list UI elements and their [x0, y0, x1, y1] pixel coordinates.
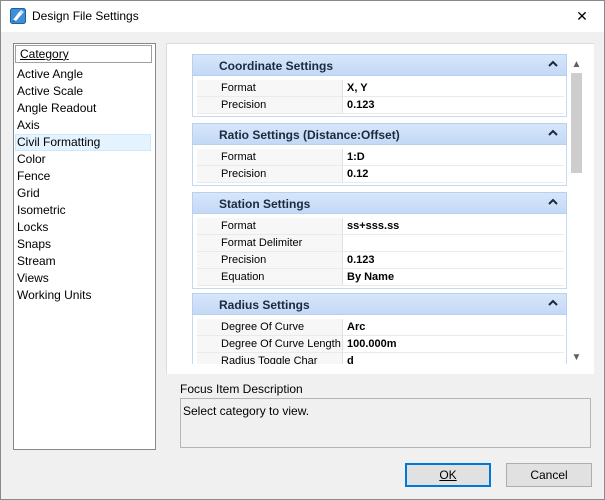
section-title: Radius Settings — [219, 298, 310, 312]
property-label: Precision — [197, 97, 343, 113]
property-row[interactable]: Format X, Y — [197, 80, 564, 97]
property-value[interactable]: 1:D — [343, 149, 564, 165]
property-row[interactable]: Radius Toggle Char d — [197, 353, 564, 364]
property-label: Format Delimiter — [197, 235, 343, 251]
category-item-active-scale[interactable]: Active Scale — [15, 83, 151, 100]
scroll-thumb[interactable] — [571, 73, 582, 173]
radius-settings-section: Radius Settings Degree Of Curve MethodAr… — [192, 293, 567, 364]
category-item-working-units[interactable]: Working Units — [15, 287, 151, 304]
chevron-up-icon[interactable] — [548, 298, 558, 308]
category-item-active-angle[interactable]: Active Angle — [15, 66, 151, 83]
category-list[interactable]: Category Active Angle Active Scale Angle… — [13, 43, 156, 450]
chevron-up-icon[interactable] — [548, 128, 558, 138]
property-label: Degree Of Curve Length — [197, 336, 343, 352]
category-item-fence[interactable]: Fence — [15, 168, 151, 185]
property-row[interactable]: Format 1:D — [197, 149, 564, 166]
category-items: Active Angle Active Scale Angle Readout … — [14, 66, 155, 304]
design-file-settings-icon — [10, 8, 26, 24]
description-label: Focus Item Description — [180, 382, 303, 396]
property-value[interactable]: 0.12 — [343, 166, 564, 182]
section-title: Coordinate Settings — [219, 59, 334, 73]
ratio-settings-body: Format 1:D Precision 0.12 — [192, 145, 567, 186]
property-value[interactable]: 100.000m — [343, 336, 564, 352]
design-file-settings-dialog: Design File Settings ✕ Category Active A… — [0, 0, 605, 500]
cancel-button[interactable]: Cancel — [506, 463, 592, 487]
property-label: Precision — [197, 252, 343, 268]
property-value[interactable] — [343, 235, 564, 251]
scroll-down-arrow-icon[interactable]: ▼ — [568, 349, 585, 366]
property-value[interactable]: Arc — [343, 319, 564, 335]
station-settings-body: Format ss+sss.ss Format Delimiter Precisi… — [192, 214, 567, 289]
vertical-scrollbar[interactable]: ▲ ▼ — [568, 56, 585, 366]
property-value[interactable]: 0.123 — [343, 97, 564, 113]
category-item-civil-formatting[interactable]: Civil Formatting — [15, 134, 151, 151]
section-title: Ratio Settings (Distance:Offset) — [219, 128, 400, 142]
property-row[interactable]: Degree Of Curve Length 100.000m — [197, 336, 564, 353]
property-row[interactable]: Precision 0.123 — [197, 97, 564, 114]
scroll-up-arrow-icon[interactable]: ▲ — [568, 56, 585, 73]
property-row[interactable]: Format ss+sss.ss — [197, 218, 564, 235]
property-row[interactable]: Precision 0.12 — [197, 166, 564, 183]
ok-button[interactable]: OK — [405, 463, 491, 487]
category-item-locks[interactable]: Locks — [15, 219, 151, 236]
description-box: Select category to view. — [180, 398, 591, 448]
property-value[interactable]: d — [343, 353, 564, 364]
category-column-header[interactable]: Category — [15, 45, 152, 63]
coordinate-settings-section: Coordinate Settings Format X, Y Precision… — [192, 54, 567, 117]
ratio-settings-header[interactable]: Ratio Settings (Distance:Offset) — [192, 123, 567, 145]
property-label: Radius Toggle Char — [197, 353, 343, 364]
settings-panel: Coordinate Settings Format X, Y Precision… — [166, 43, 594, 374]
property-label: Format — [197, 149, 343, 165]
property-value[interactable]: ss+sss.ss — [343, 218, 564, 234]
category-item-grid[interactable]: Grid — [15, 185, 151, 202]
property-row[interactable]: Format Delimiter — [197, 235, 564, 252]
category-item-views[interactable]: Views — [15, 270, 151, 287]
section-title: Station Settings — [219, 197, 311, 211]
radius-settings-body: Degree Of Curve MethodArc Degree Of Curv… — [192, 315, 567, 364]
category-item-snaps[interactable]: Snaps — [15, 236, 151, 253]
ratio-settings-section: Ratio Settings (Distance:Offset) Format 1… — [192, 123, 567, 186]
close-icon: ✕ — [576, 8, 588, 24]
property-label: Format — [197, 218, 343, 234]
window-title: Design File Settings — [32, 9, 139, 23]
property-value[interactable]: By Name — [343, 269, 564, 285]
property-label: Precision — [197, 166, 343, 182]
category-item-axis[interactable]: Axis — [15, 117, 151, 134]
category-item-isometric[interactable]: Isometric — [15, 202, 151, 219]
title-bar: Design File Settings ✕ — [1, 1, 604, 32]
property-value[interactable]: 0.123 — [343, 252, 564, 268]
property-label: Equation — [197, 269, 343, 285]
station-settings-header[interactable]: Station Settings — [192, 192, 567, 214]
property-row[interactable]: Degree Of Curve MethodArc — [197, 319, 564, 349]
settings-content: Coordinate Settings Format X, Y Precision… — [192, 54, 567, 364]
radius-settings-header[interactable]: Radius Settings — [192, 293, 567, 315]
station-settings-section: Station Settings Format ss+sss.ss Format … — [192, 192, 567, 289]
chevron-up-icon[interactable] — [548, 197, 558, 207]
property-row[interactable]: Equation By Name — [197, 269, 564, 286]
close-button[interactable]: ✕ — [560, 1, 604, 32]
category-item-stream[interactable]: Stream — [15, 253, 151, 270]
property-value[interactable]: X, Y — [343, 80, 564, 96]
coordinate-settings-header[interactable]: Coordinate Settings — [192, 54, 567, 76]
property-row[interactable]: Precision 0.123 — [197, 252, 564, 269]
category-item-color[interactable]: Color — [15, 151, 151, 168]
property-label: Format — [197, 80, 343, 96]
chevron-up-icon[interactable] — [548, 59, 558, 69]
category-item-angle-readout[interactable]: Angle Readout — [15, 100, 151, 117]
coordinate-settings-body: Format X, Y Precision 0.123 — [192, 76, 567, 117]
property-label: Degree Of Curve Method — [197, 319, 343, 349]
